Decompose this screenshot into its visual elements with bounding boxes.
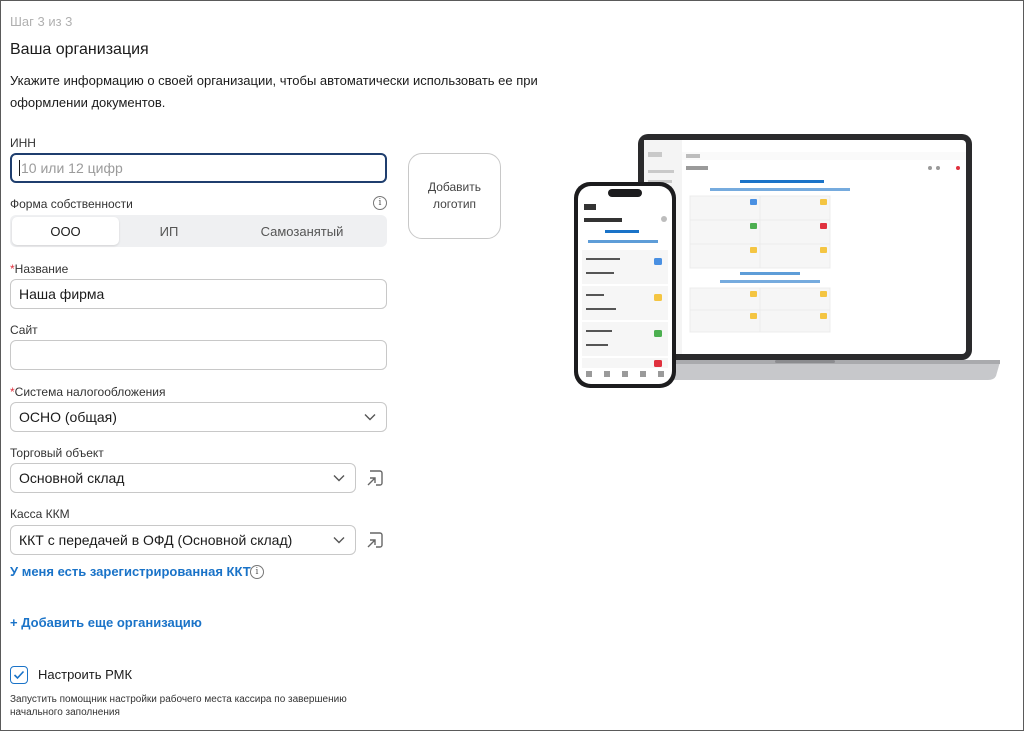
inn-input[interactable]: 10 или 12 цифр — [10, 153, 387, 183]
ownership-segmented-control: ООО ИП Самозанятый — [10, 215, 387, 247]
inn-placeholder: 10 или 12 цифр — [21, 160, 123, 176]
rmk-hint: Запустить помощник настройки рабочего ме… — [10, 694, 347, 718]
checkmark-icon — [13, 670, 25, 680]
kkm-label: Касса ККМ — [10, 507, 70, 521]
store-label: Торговый объект — [10, 446, 104, 460]
rmk-checkbox[interactable] — [10, 666, 28, 684]
page-title: Ваша организация — [10, 41, 149, 58]
store-value: Основной склад — [19, 470, 125, 486]
kkm-select[interactable]: ККТ с передачей в ОФД (Основной склад) — [10, 525, 356, 555]
ownership-option-ip[interactable]: ИП — [119, 217, 219, 245]
text-caret — [19, 160, 20, 176]
add-logo-label: Добавить логотип — [427, 180, 482, 211]
laptop-topbar — [682, 152, 966, 160]
tax-select[interactable]: ОСНО (общая) — [10, 402, 387, 432]
page-description: Укажите информацию о своей организации, … — [10, 73, 538, 110]
open-external-icon[interactable] — [365, 530, 385, 550]
rmk-label: Настроить РМК — [38, 667, 133, 682]
name-input[interactable]: Наша фирма — [10, 279, 387, 309]
add-organization-link[interactable]: + Добавить еще организацию — [10, 615, 202, 630]
registered-kkt-link[interactable]: У меня есть зарегистрированная ККТ — [10, 564, 251, 579]
chevron-down-icon — [331, 532, 347, 548]
ownership-option-ooo[interactable]: ООО — [12, 217, 119, 245]
ownership-label: Форма собственности — [10, 197, 133, 211]
step-indicator: Шаг 3 из 3 — [10, 14, 73, 29]
chevron-down-icon — [362, 409, 378, 425]
store-select[interactable]: Основной склад — [10, 463, 356, 493]
info-icon[interactable]: i — [250, 565, 264, 579]
site-label: Сайт — [10, 323, 38, 337]
site-input[interactable] — [10, 340, 387, 370]
ownership-option-self-employed[interactable]: Самозанятый — [219, 217, 385, 245]
kkm-value: ККТ с передачей в ОФД (Основной склад) — [19, 532, 293, 548]
inn-label: ИНН — [10, 136, 36, 150]
info-icon[interactable]: i — [373, 196, 387, 210]
devices-illustration — [574, 134, 1000, 388]
name-label: *Название — [10, 262, 69, 276]
add-logo-button[interactable]: Добавить логотип — [408, 153, 501, 239]
tax-value: ОСНО (общая) — [19, 409, 117, 425]
chevron-down-icon — [331, 470, 347, 486]
open-external-icon[interactable] — [365, 468, 385, 488]
tax-label: *Система налогообложения — [10, 385, 166, 399]
name-value: Наша фирма — [19, 286, 105, 302]
